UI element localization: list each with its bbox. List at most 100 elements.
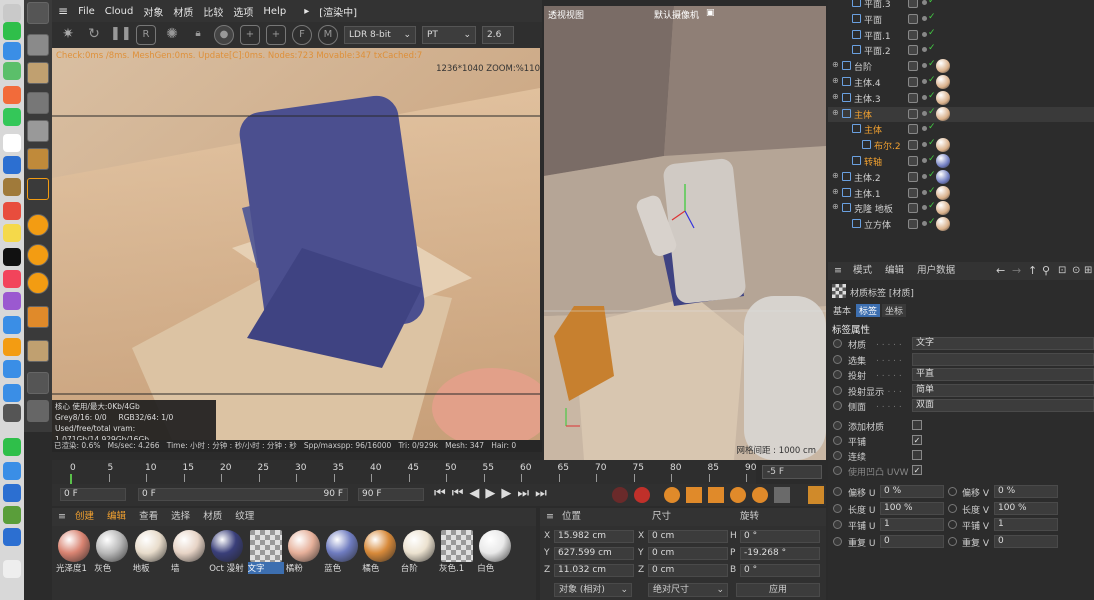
- enabled-check-icon[interactable]: ✓: [928, 186, 936, 196]
- grid-icon[interactable]: [27, 340, 49, 362]
- visibility-toggle[interactable]: [908, 203, 918, 214]
- gear-icon[interactable]: ✷: [58, 25, 78, 45]
- uv-field-v[interactable]: 0 %: [994, 485, 1058, 498]
- material-swatch[interactable]: 地板: [133, 530, 169, 580]
- uv-field-u[interactable]: 0 %: [880, 485, 944, 498]
- visibility-toggle[interactable]: [908, 77, 918, 87]
- app-icon[interactable]: [3, 484, 21, 502]
- render-dot[interactable]: [922, 15, 927, 21]
- snap3-icon[interactable]: [27, 272, 49, 294]
- play-icon[interactable]: ▶: [485, 486, 501, 501]
- render-dot[interactable]: [922, 31, 927, 37]
- wechat-icon[interactable]: [3, 438, 21, 456]
- enabled-check-icon[interactable]: ✓: [928, 122, 936, 132]
- render-dot[interactable]: [922, 110, 927, 116]
- cube-icon[interactable]: [27, 34, 49, 56]
- safari-icon[interactable]: [3, 156, 21, 174]
- current-frame-slider[interactable]: 0 F 90 F: [138, 488, 348, 501]
- material-swatch[interactable]: 蓝色: [324, 530, 360, 580]
- visibility-toggle[interactable]: [908, 45, 918, 56]
- attr-field[interactable]: 平直: [912, 368, 1094, 381]
- coord-size-field[interactable]: 0 cm: [648, 547, 728, 560]
- material-tag-ball[interactable]: [936, 201, 950, 216]
- messages-icon[interactable]: [3, 22, 21, 40]
- app-icon[interactable]: [3, 528, 21, 546]
- region-icon[interactable]: R: [136, 25, 156, 45]
- attr-checkbox[interactable]: ✓: [912, 465, 922, 475]
- coord-size-field[interactable]: 0 cm: [648, 530, 728, 543]
- app-icon[interactable]: [3, 178, 21, 196]
- enabled-check-icon[interactable]: ✓: [928, 28, 936, 38]
- grid2-icon[interactable]: [27, 372, 49, 394]
- attr-anim-radio[interactable]: [833, 354, 842, 364]
- lock-icon[interactable]: ⊡: [1058, 262, 1066, 280]
- podcasts-icon[interactable]: [3, 292, 21, 310]
- m-icon[interactable]: M: [318, 25, 338, 45]
- uv-field-v[interactable]: 1: [994, 518, 1058, 531]
- scale-key-icon[interactable]: [708, 487, 724, 503]
- mat-menu-edit[interactable]: 编辑: [107, 511, 126, 522]
- object-row[interactable]: 平面.3 ✓: [828, 0, 1094, 11]
- attr-anim-radio[interactable]: [948, 503, 957, 513]
- material-tag-ball[interactable]: [936, 154, 950, 168]
- attr-field[interactable]: 双面: [912, 399, 1094, 412]
- object-row[interactable]: ⊕ 主体.1 ✓: [828, 185, 1094, 201]
- enabled-check-icon[interactable]: ✓: [928, 91, 936, 101]
- prev-key-icon[interactable]: ⏮: [452, 486, 470, 501]
- enabled-check-icon[interactable]: ✓: [928, 12, 936, 22]
- object-row[interactable]: 布尔.2 ✓: [828, 138, 1094, 153]
- attr-anim-radio[interactable]: [833, 451, 842, 460]
- visibility-toggle[interactable]: [908, 13, 918, 24]
- object-row[interactable]: ⊕ 主体.2 ✓: [828, 169, 1094, 185]
- trash-icon[interactable]: [3, 560, 21, 578]
- refresh-icon[interactable]: ↻: [84, 25, 104, 45]
- material-tag-ball[interactable]: [936, 75, 950, 89]
- object-row[interactable]: ⊕ 主体 ✓: [828, 106, 1094, 122]
- search-icon[interactable]: ⚲: [1042, 262, 1050, 280]
- finder-icon[interactable]: [3, 4, 21, 22]
- material-swatch[interactable]: 橘粉: [286, 530, 322, 580]
- pla-key-icon[interactable]: [774, 487, 790, 503]
- attr-anim-radio[interactable]: [833, 503, 842, 513]
- start-frame-field[interactable]: 0 F: [60, 488, 126, 501]
- hamburger-icon[interactable]: ≡: [58, 511, 66, 522]
- render-dot[interactable]: [922, 173, 927, 179]
- object-row[interactable]: ⊕ 主体.3 ✓: [828, 90, 1094, 106]
- menu-material[interactable]: 材质: [173, 4, 193, 19]
- grid3-icon[interactable]: [27, 400, 49, 422]
- visibility-toggle[interactable]: [908, 92, 918, 103]
- record-icon[interactable]: [612, 487, 628, 503]
- object-row[interactable]: ⊕ 台阶 ✓: [828, 59, 1094, 74]
- menu-file[interactable]: File: [78, 6, 95, 17]
- render-dot[interactable]: [922, 142, 927, 148]
- rotate-key-icon[interactable]: [730, 487, 746, 503]
- perspective-viewport[interactable]: 透视视图 默认摄像机 ▣ 网格间距 : 1000 cm: [544, 6, 826, 460]
- mail-icon[interactable]: [3, 42, 21, 60]
- render-dot[interactable]: [922, 47, 927, 53]
- settings-icon[interactable]: [3, 404, 21, 422]
- snap-icon[interactable]: [27, 214, 49, 236]
- visibility-toggle[interactable]: [908, 219, 918, 230]
- expand-icon[interactable]: ⊕: [832, 187, 839, 196]
- expand-icon[interactable]: ⊕: [832, 76, 839, 85]
- visibility-toggle[interactable]: [908, 171, 918, 182]
- sphere-icon[interactable]: ●: [214, 25, 234, 45]
- next-frame-icon[interactable]: ▶: [501, 486, 517, 501]
- forward-arrow-icon[interactable]: →: [1012, 262, 1021, 280]
- uv-field-u[interactable]: 1: [880, 518, 944, 531]
- uv-field-v[interactable]: 100 %: [994, 501, 1058, 515]
- magnet-icon[interactable]: [27, 306, 49, 328]
- pages-icon[interactable]: [3, 338, 21, 356]
- enabled-check-icon[interactable]: ✓: [928, 0, 936, 6]
- snap2-icon[interactable]: [27, 244, 49, 266]
- undo-icon[interactable]: [27, 2, 49, 24]
- attr-menu-mode[interactable]: 模式: [853, 265, 872, 276]
- attr-anim-radio[interactable]: [833, 466, 842, 475]
- render-dot[interactable]: [922, 79, 927, 84]
- up-arrow-icon[interactable]: ↑: [1028, 262, 1037, 280]
- notes-icon[interactable]: [3, 224, 21, 242]
- reminders-icon[interactable]: [3, 202, 21, 220]
- expand-icon[interactable]: ⊕: [832, 202, 839, 211]
- visibility-toggle[interactable]: [908, 140, 918, 151]
- coord-rotation-field[interactable]: -19.268 °: [740, 547, 820, 560]
